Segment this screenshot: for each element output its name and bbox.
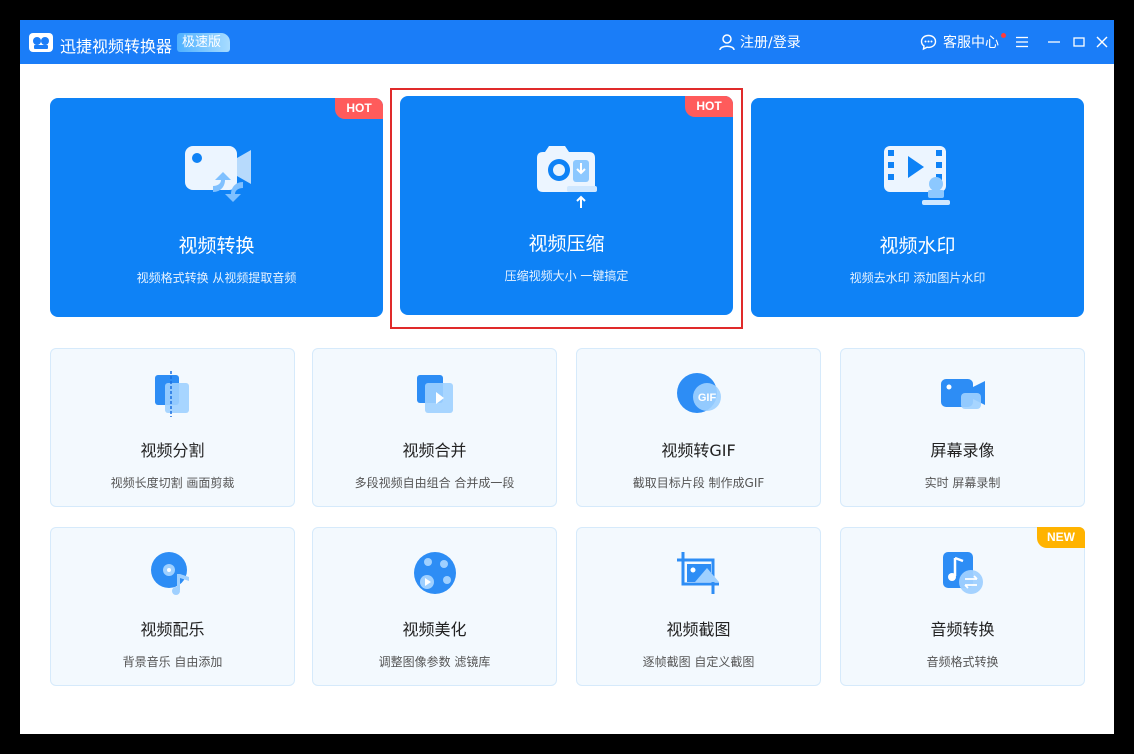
video-split-icon [154, 371, 189, 417]
menu-icon [1016, 36, 1028, 48]
app-logo-icon [29, 33, 53, 52]
watermark-text: 路由器 [1046, 696, 1113, 721]
tool-video-to-gif[interactable]: GIF 视频转GIF 截取目标片段 制作成GIF [576, 348, 821, 507]
tool-desc: 实时 屏幕录制 [924, 476, 1001, 490]
gif-icon: GIF [676, 373, 721, 413]
screenshot-icon [676, 552, 719, 594]
menu-button[interactable] [1012, 32, 1032, 52]
new-tag: NEW [1037, 527, 1085, 548]
chat-bubble-icon [920, 34, 937, 50]
support-label: 客服中心 [943, 35, 999, 51]
tool-desc: 视频长度切割 画面剪裁 [110, 476, 235, 490]
app-window: 迅捷视频转换器 极速版 注册/登录 客服中心 HOT 视频转换 视频格式转换 从… [20, 20, 1114, 734]
hot-tag: HOT [335, 98, 383, 119]
tool-title: 音频转换 [930, 620, 995, 639]
app-title: 迅捷视频转换器 [60, 37, 173, 56]
minimize-button[interactable] [1044, 32, 1064, 52]
close-icon [1096, 36, 1108, 48]
tool-desc: 背景音乐 自由添加 [122, 655, 223, 669]
card-video-watermark[interactable]: 视频水印 视频去水印 添加图片水印 [751, 98, 1084, 317]
video-watermark-icon [883, 146, 950, 205]
tool-video-beautify[interactable]: 视频美化 调整图像参数 滤镜库 [312, 527, 557, 686]
maximize-button[interactable] [1069, 32, 1089, 52]
watermark-sub: luyouqi.com [1048, 720, 1102, 731]
card-title: 视频转换 [178, 235, 255, 257]
tool-video-split[interactable]: 视频分割 视频长度切割 画面剪裁 [50, 348, 295, 507]
music-icon [150, 552, 189, 595]
close-button[interactable] [1092, 32, 1112, 52]
tool-video-screenshot[interactable]: 视频截图 逐帧截图 自定义截图 [576, 527, 821, 686]
video-merge-icon [416, 375, 453, 413]
card-desc: 视频去水印 添加图片水印 [849, 271, 986, 285]
tool-title: 视频配乐 [140, 620, 205, 639]
user-icon [719, 33, 735, 50]
screen-record-icon [940, 379, 985, 409]
tool-desc: 调整图像参数 滤镜库 [378, 655, 491, 669]
card-desc: 视频格式转换 从视频提取音频 [136, 271, 297, 285]
audio-convert-icon [942, 552, 983, 594]
title-bar: 迅捷视频转换器 极速版 注册/登录 客服中心 [20, 20, 1114, 64]
tool-title: 视频转GIF [661, 441, 736, 460]
minimize-icon [1048, 41, 1060, 43]
tool-title: 视频合并 [402, 441, 467, 460]
tool-title: 屏幕录像 [930, 441, 995, 460]
tool-title: 视频分割 [140, 441, 205, 460]
tool-title: 视频截图 [666, 620, 731, 639]
tool-screen-record[interactable]: 屏幕录像 实时 屏幕录制 [840, 348, 1085, 507]
edition-badge: 极速版 [177, 33, 231, 52]
tool-title: 视频美化 [402, 620, 467, 639]
card-video-convert[interactable]: HOT 视频转换 视频格式转换 从视频提取音频 [50, 98, 383, 317]
maximize-icon [1073, 37, 1085, 47]
tool-desc: 截取目标片段 制作成GIF [632, 476, 765, 490]
video-convert-icon [184, 146, 251, 202]
tool-video-merge[interactable]: 视频合并 多段视频自由组合 合并成一段 [312, 348, 557, 507]
notification-dot [1001, 33, 1006, 38]
card-title: 视频水印 [879, 235, 956, 257]
tool-desc: 逐帧截图 自定义截图 [642, 655, 755, 669]
tool-desc: 音频格式转换 [926, 655, 999, 669]
login-label: 注册/登录 [740, 35, 801, 51]
tool-audio-convert[interactable]: NEW 音频转换 音频格式转换 [840, 527, 1085, 686]
selection-highlight [390, 88, 743, 329]
support-button[interactable]: 客服中心 [920, 32, 1006, 52]
login-button[interactable]: 注册/登录 [719, 32, 801, 52]
svg-text:GIF: GIF [697, 392, 716, 404]
beautify-icon [413, 552, 456, 594]
tool-desc: 多段视频自由组合 合并成一段 [354, 476, 515, 490]
tool-video-music[interactable]: 视频配乐 背景音乐 自由添加 [50, 527, 295, 686]
